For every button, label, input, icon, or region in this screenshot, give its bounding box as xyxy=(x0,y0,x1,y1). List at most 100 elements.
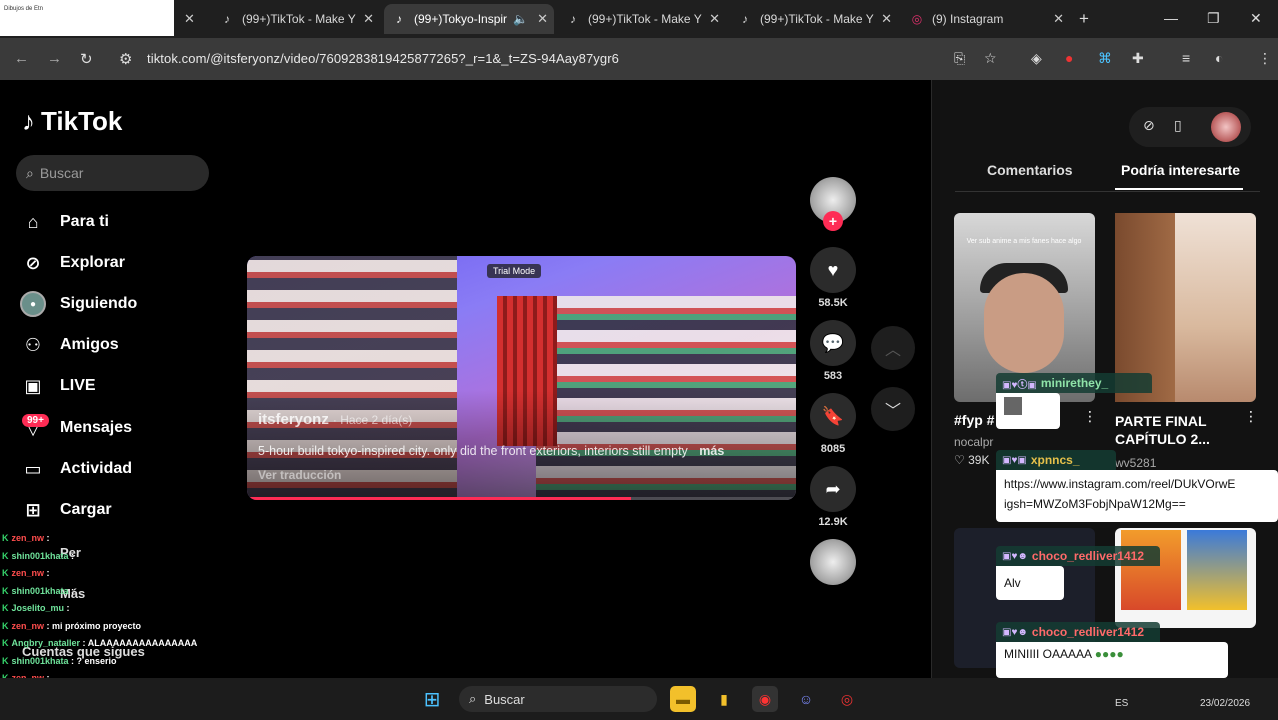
menu-icon[interactable]: ⋮ xyxy=(1258,50,1272,67)
extension-icon[interactable]: ◈ xyxy=(1031,50,1042,67)
bookmark-star-icon[interactable]: ☆ xyxy=(984,50,997,67)
tab-tiktok-1[interactable]: ♪ (99+)TikTok - Make Y ✕ xyxy=(212,4,380,34)
heart-icon[interactable]: ♥ xyxy=(810,247,856,293)
site-info-icon[interactable]: ⚙ xyxy=(119,50,132,68)
compass-icon[interactable]: ⊘ xyxy=(1143,117,1155,134)
recommended-video-author[interactable]: wv5281 xyxy=(1115,456,1156,470)
taskbar-search[interactable]: ⌕ Buscar xyxy=(459,686,657,712)
sidebar-item-explorar[interactable]: ⊘ Explorar xyxy=(20,248,125,278)
close-icon[interactable]: ✕ xyxy=(363,11,374,27)
avatar[interactable] xyxy=(1211,112,1241,142)
sidebar-item-label: Siguiendo xyxy=(60,295,138,312)
chrome-icon[interactable]: ◉ xyxy=(752,686,778,712)
likes-count: 39K xyxy=(968,453,990,467)
save-action[interactable]: 🔖 8085 xyxy=(810,393,856,455)
app-icon[interactable]: ▮ xyxy=(711,686,737,712)
recommended-video-title[interactable]: #fyp # xyxy=(954,412,994,428)
recommended-video-title[interactable]: PARTE FINAL CAPÍTULO 2... xyxy=(1115,412,1235,448)
forward-icon[interactable]: → xyxy=(47,50,62,67)
chat-line: Kshin001khata : ? enserio xyxy=(2,653,212,671)
translate-link[interactable]: Ver traducción xyxy=(258,468,341,482)
device-icon[interactable]: ▯ xyxy=(1174,117,1182,134)
extension-icon[interactable]: ⌘ xyxy=(1098,50,1112,67)
close-icon[interactable]: ✕ xyxy=(1053,11,1064,27)
chat-separator: : xyxy=(64,603,70,613)
sidebar-item-para-ti[interactable]: ⌂ Para ti xyxy=(20,207,109,237)
video-author[interactable]: itsferyonz · Hace 2 día(s) xyxy=(258,411,412,428)
language-indicator[interactable]: ES xyxy=(1115,698,1128,709)
share-icon[interactable]: ➦ xyxy=(810,466,856,512)
more-link[interactable]: más xyxy=(699,444,724,458)
recommended-video-thumbnail[interactable] xyxy=(1115,528,1256,628)
previous-video-button[interactable]: ︿ xyxy=(871,326,915,370)
more-options-icon[interactable]: ⋮ xyxy=(1083,408,1097,425)
tab-tokyo[interactable]: ♪ (99+)Tokyo-Inspir 🔈 ✕ xyxy=(384,4,554,34)
chat-username: zen_nw xyxy=(11,533,45,543)
chat-separator: : xyxy=(44,620,53,631)
tab-tiktok-2[interactable]: ♪ (99+)TikTok - Make Y ✕ xyxy=(558,4,726,34)
sidebar-item-actividad[interactable]: ▭ Actividad xyxy=(20,454,132,484)
chat-separator: : xyxy=(68,550,75,561)
minimize-icon[interactable]: — xyxy=(1164,10,1178,26)
more-options-icon[interactable]: ⋮ xyxy=(1244,408,1258,425)
sidebar-item-amigos[interactable]: ⚇ Amigos xyxy=(20,330,119,360)
following-avatar-icon: ● xyxy=(20,291,46,317)
back-icon[interactable]: ← xyxy=(14,50,29,67)
chat-line: Kzen_nw : xyxy=(2,565,212,583)
video-player[interactable]: Trial Mode itsferyonz · Hace 2 día(s) 5-h… xyxy=(247,256,796,500)
tab-instagram[interactable]: ◎ (9) Instagram ✕ xyxy=(902,4,1070,34)
chat-username: zen_nw xyxy=(11,568,45,578)
tab-thumbnail[interactable]: Dibujos de Etn xyxy=(0,0,174,36)
url-field[interactable]: tiktok.com/@itsferyonz/video/76092838194… xyxy=(147,51,619,66)
close-window-icon[interactable]: ✕ xyxy=(1250,10,1262,27)
next-video-button[interactable]: ﹀ xyxy=(871,387,915,431)
recommended-video-author[interactable]: nocalpr xyxy=(954,435,993,449)
close-icon[interactable]: ✕ xyxy=(709,11,720,27)
tiktok-icon: ♪ xyxy=(570,12,576,26)
chat-overlay-username: choco_redliver1412 xyxy=(1031,625,1144,639)
tab-comentarios[interactable]: Comentarios xyxy=(987,162,1073,178)
adblock-icon[interactable]: ● xyxy=(1065,50,1073,66)
new-tab-icon[interactable]: + xyxy=(1079,9,1089,29)
discord-icon[interactable]: ☺ xyxy=(793,686,819,712)
chat-separator: : xyxy=(68,585,75,596)
kick-badge-icon: K xyxy=(2,638,9,648)
close-icon[interactable]: ✕ xyxy=(537,11,548,27)
sidebar-item-cargar[interactable]: ⊞ Cargar xyxy=(20,495,111,525)
comment-icon[interactable]: 💬 xyxy=(810,320,856,366)
bookmark-icon[interactable]: 🔖 xyxy=(810,393,856,439)
chat-overlay-text: Alv xyxy=(1004,576,1021,590)
close-icon[interactable]: ✕ xyxy=(881,11,892,27)
restore-icon[interactable]: ❐ xyxy=(1207,10,1220,27)
sidebar-item-live[interactable]: ▣ LIVE xyxy=(20,371,95,401)
folder-icon[interactable]: ▬ xyxy=(670,686,696,712)
video-progress-bar[interactable] xyxy=(247,497,796,500)
install-app-icon[interactable]: ⎘ xyxy=(954,50,965,67)
speaker-icon[interactable]: 🔈 xyxy=(513,12,528,26)
windows-start-icon[interactable]: ⊞ xyxy=(419,686,445,712)
search-icon: ⌕ xyxy=(26,164,34,181)
author-name: itsferyonz xyxy=(258,411,329,428)
comment-action[interactable]: 💬 583 xyxy=(810,320,856,382)
tab-podria-interesarte[interactable]: Podría interesarte xyxy=(1121,162,1240,178)
share-action[interactable]: ➦ 12.9K xyxy=(810,466,856,528)
sound-disc[interactable] xyxy=(810,539,856,585)
chat-line: K Joselito_mu : xyxy=(2,600,212,618)
active-tab-indicator xyxy=(1115,188,1243,190)
tiktok-logo[interactable]: ♪ TikTok xyxy=(22,106,122,137)
profile-icon[interactable]: ◐ xyxy=(1215,50,1223,66)
reload-icon[interactable]: ↻ xyxy=(80,50,93,68)
sidebar-item-label: Explorar xyxy=(60,254,125,271)
media-icon[interactable]: ≡ xyxy=(1182,50,1190,66)
tab-tiktok-3[interactable]: ♪ (99+)TikTok - Make Y ✕ xyxy=(730,4,898,34)
close-icon[interactable]: ✕ xyxy=(184,11,195,27)
home-icon: ⌂ xyxy=(27,211,39,232)
clock-date[interactable]: 23/02/2026 xyxy=(1200,698,1250,709)
search-input[interactable]: ⌕ Buscar xyxy=(16,155,209,191)
puzzle-icon[interactable]: ✚ xyxy=(1132,50,1144,67)
follow-plus-icon[interactable]: + xyxy=(823,211,843,231)
sidebar-item-siguiendo[interactable]: ● Siguiendo xyxy=(20,289,137,319)
chat-overlay-message: Alv xyxy=(996,566,1064,600)
like-action[interactable]: ♥ 58.5K xyxy=(810,247,856,309)
app-icon[interactable]: ◎ xyxy=(834,686,860,712)
